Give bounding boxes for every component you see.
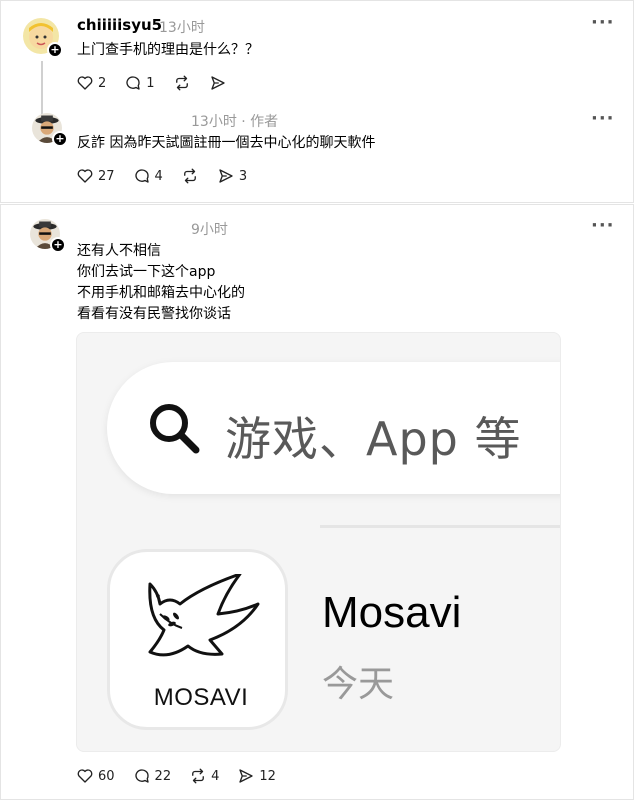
follow-plus-icon[interactable]: + [52,131,68,147]
share-button[interactable] [209,74,227,92]
follow-plus-icon[interactable]: + [50,237,66,253]
app-name: Mosavi [322,588,462,637]
attached-image[interactable]: 游戏、App 等 MOSAVI Mosavi 今天 [76,332,561,752]
repost-button[interactable] [173,74,191,92]
reply-meta: 13小时 · 作者 [191,114,279,130]
follow-plus-icon[interactable]: + [47,42,63,58]
post-text-line: 你们去试一下这个app [77,264,216,280]
app-icon: MOSAVI [107,549,288,730]
avatar-author[interactable]: + [32,113,68,147]
post-card-2: + 9小时 ··· 还有人不相信 你们去试一下这个app 不用手机和邮箱去中心化… [0,204,634,800]
comment-button[interactable]: 4 [133,167,163,185]
avatar-chiiiiisyu5[interactable]: + [23,18,63,58]
post-actions: 60 22 4 12 [76,766,294,786]
post-actions: 2 1 [76,73,245,93]
repost-icon [192,768,205,784]
comment-button[interactable]: 22 [133,767,172,785]
comment-icon [126,76,140,90]
like-count: 27 [98,168,115,184]
divider [320,525,560,528]
more-options-button[interactable]: ··· [591,12,615,33]
like-button[interactable]: 27 [76,167,115,185]
repost-icon [175,75,188,91]
app-subtitle: 今天 [322,664,395,705]
search-placeholder: 游戏、App 等 [225,412,522,466]
post-text-line: 不用手机和邮箱去中心化的 [77,285,245,301]
repost-count: 4 [211,768,220,784]
post-text-line: 还有人不相信 [77,243,161,259]
dove-icon [148,574,260,657]
like-count: 60 [98,768,115,784]
send-icon [210,76,225,90]
send-icon [219,169,233,183]
repost-button[interactable] [181,167,199,185]
post-time: 9小时 [191,222,228,238]
post-time: 13小时 [159,20,205,36]
post-card-1: + chiiiiisyu5 13小时 ··· 上门查手机的理由是什么？？ 2 1 [0,0,634,203]
comment-icon [134,769,149,783]
like-button[interactable]: 60 [76,767,115,785]
reply-actions: 27 4 3 [76,166,265,186]
repost-icon [183,168,196,184]
username[interactable]: chiiiiisyu5 [77,16,162,34]
more-options-button[interactable]: ··· [591,108,615,129]
post-text: 上门查手机的理由是什么？？ [77,42,259,58]
post-text-line: 看看有没有民警找你谈话 [77,306,231,322]
avatar-author[interactable]: + [30,219,66,253]
more-options-button[interactable]: ··· [591,215,615,236]
share-count: 3 [238,168,248,184]
heart-icon [77,169,93,183]
share-button[interactable]: 12 [237,767,276,785]
share-button[interactable]: 3 [217,167,247,185]
like-button[interactable]: 2 [76,74,106,92]
send-icon [239,769,254,783]
search-icon [150,404,200,454]
heart-icon [77,76,93,90]
heart-icon [77,769,93,783]
reply-text: 反詐 因為昨天試圖註冊一個去中心化的聊天軟件 [77,135,376,151]
comment-icon [134,169,149,183]
share-count: 12 [259,768,276,784]
comment-count: 22 [154,768,172,784]
comment-count: 1 [146,75,155,91]
comment-button[interactable]: 1 [124,74,155,92]
comment-count: 4 [154,168,163,184]
logo-text: MOSAVI [153,684,249,711]
repost-button[interactable]: 4 [189,767,219,785]
like-count: 2 [98,75,107,91]
